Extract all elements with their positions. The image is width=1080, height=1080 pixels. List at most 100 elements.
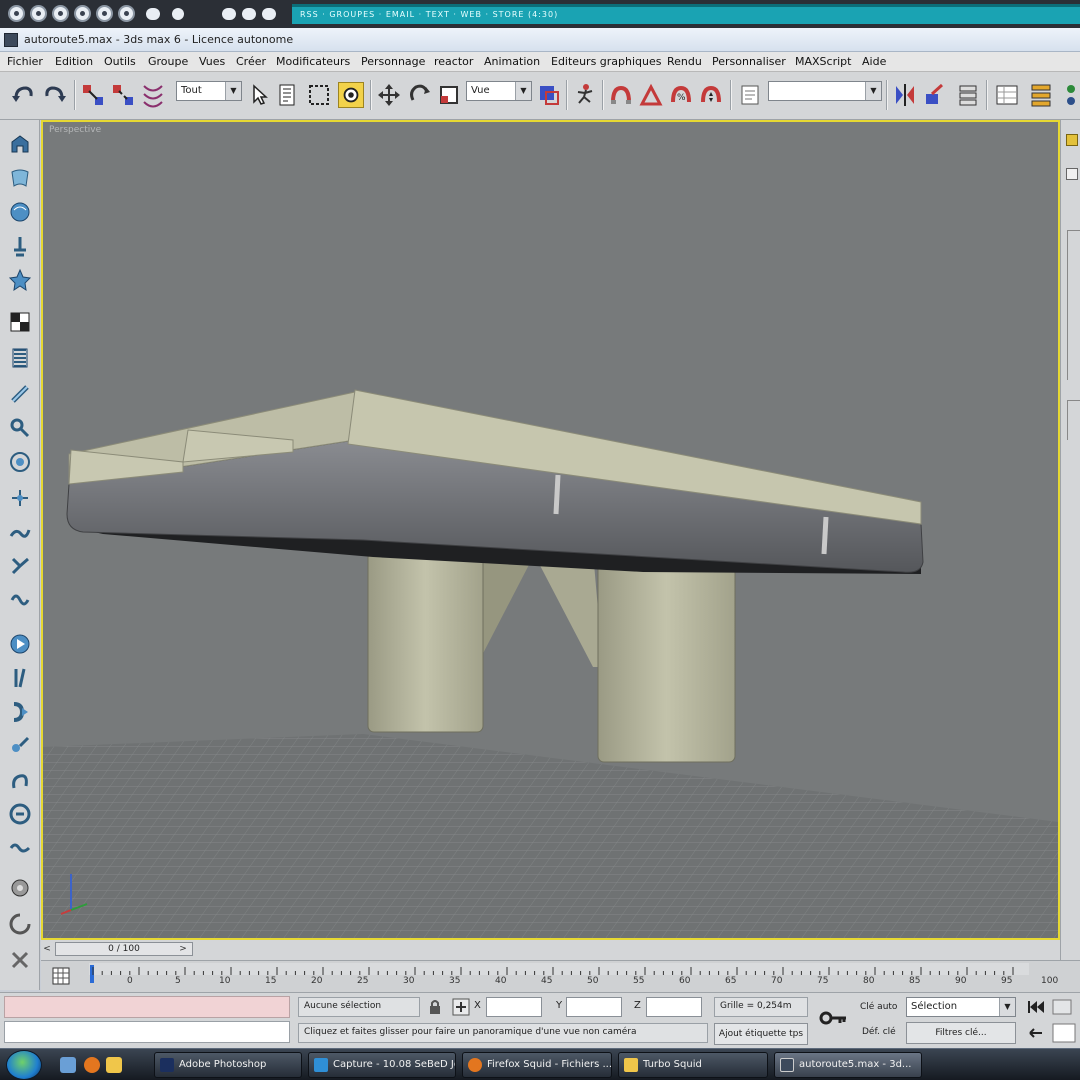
strip-volume-icon[interactable]	[222, 8, 236, 20]
mirror-icon[interactable]	[892, 82, 918, 108]
set-key-label[interactable]: Déf. clé	[862, 1027, 896, 1037]
set-key-icon[interactable]	[818, 1005, 848, 1031]
taskbar-item-3dsmax[interactable]: autoroute5.max - 3d...	[774, 1052, 922, 1078]
schematic-view-icon[interactable]	[1028, 82, 1054, 108]
mini-curve-editor-icon[interactable]	[51, 966, 71, 986]
reactor-fracture-icon[interactable]	[8, 520, 32, 544]
reactor-plane-icon[interactable]	[8, 310, 32, 334]
menu-rendu[interactable]: Rendu	[667, 55, 702, 68]
reactor-motor-icon[interactable]	[8, 416, 32, 440]
reactor-spring-icon[interactable]	[8, 346, 32, 370]
menu-personnage[interactable]: Personnage	[361, 55, 425, 68]
explorer-icon[interactable]	[106, 1057, 122, 1073]
angle-snap-icon[interactable]	[638, 82, 664, 108]
menu-creer[interactable]: Créer	[236, 55, 266, 68]
menu-maxscript[interactable]: MAXScript	[795, 55, 851, 68]
reactor-constraint-icon[interactable]	[8, 268, 32, 292]
snap-toggle-icon[interactable]	[608, 82, 634, 108]
select-and-rotate-icon[interactable]	[406, 82, 432, 108]
taskbar-item-firefox[interactable]: Firefox Squid - Fichiers ...	[462, 1052, 612, 1078]
reactor-about-icon[interactable]	[8, 912, 32, 936]
maxscript-input-mini[interactable]	[4, 1021, 290, 1043]
material-editor-icon[interactable]	[1062, 82, 1080, 108]
y-coord-field[interactable]	[566, 997, 622, 1017]
absolute-mode-icon[interactable]	[452, 998, 470, 1016]
auto-key-label[interactable]: Clé auto	[860, 1002, 897, 1012]
reference-coordinate-dropdown[interactable]: Vue ▼	[466, 81, 532, 101]
select-and-link-icon[interactable]	[80, 82, 106, 108]
strip-back-icon[interactable]	[8, 5, 25, 22]
add-time-tag-button[interactable]: Ajout étiquette tps	[714, 1023, 808, 1045]
reactor-cloth-icon[interactable]	[8, 166, 32, 190]
reactor-create-animation-icon[interactable]	[8, 700, 32, 724]
strip-dot-icon[interactable]	[172, 8, 184, 20]
taskbar-item-turbosquid[interactable]: Turbo Squid	[618, 1052, 768, 1078]
reactor-deforming-mesh-icon[interactable]	[8, 588, 32, 612]
undo-icon[interactable]	[10, 82, 36, 108]
go-to-start-icon[interactable]	[1026, 999, 1046, 1015]
named-selection-dropdown[interactable]: ▼	[768, 81, 882, 101]
strip-stop-icon[interactable]	[52, 5, 69, 22]
reactor-analyze-icon[interactable]	[8, 666, 32, 690]
strip-home-icon[interactable]	[96, 5, 113, 22]
layer-manager-icon[interactable]	[956, 82, 982, 108]
strip-toggle-icon[interactable]	[146, 8, 160, 20]
geometry-icon[interactable]	[1066, 168, 1078, 180]
rectangular-selection-icon[interactable]	[306, 82, 332, 108]
show-desktop-icon[interactable]	[60, 1057, 76, 1073]
key-mode-dropdown[interactable]: Sélection ▼	[906, 997, 1016, 1017]
menu-outils[interactable]: Outils	[104, 55, 136, 68]
bind-to-space-warp-icon[interactable]	[140, 82, 166, 108]
reactor-open-property-icon[interactable]	[8, 734, 32, 758]
spinner-snap-icon[interactable]	[698, 82, 724, 108]
menu-personnaliser[interactable]: Personnaliser	[712, 55, 786, 68]
reactor-utility-icon[interactable]	[8, 768, 32, 792]
key-mode-toggle-icon[interactable]	[1026, 1025, 1046, 1041]
menu-aide[interactable]: Aide	[862, 55, 886, 68]
select-and-move-icon[interactable]	[376, 82, 402, 108]
create-tab-icon[interactable]	[1066, 134, 1078, 146]
select-by-name-icon[interactable]	[276, 82, 302, 108]
strip-menu-icon[interactable]	[118, 5, 135, 22]
time-prev-button[interactable]: <	[41, 942, 53, 956]
play-animation-icon[interactable]	[1052, 999, 1072, 1015]
reactor-help-icon[interactable]	[8, 948, 32, 972]
unlink-selection-icon[interactable]	[110, 82, 136, 108]
selection-filter-dropdown[interactable]: Tout ▼	[176, 81, 242, 101]
menu-edition[interactable]: Edition	[55, 55, 93, 68]
pivot-center-icon[interactable]	[536, 82, 562, 108]
3dsmax-app-icon[interactable]	[4, 33, 18, 47]
reactor-dashpot-icon[interactable]	[8, 382, 32, 406]
window-crossing-icon[interactable]	[338, 82, 364, 108]
menu-editeurs-graphiques[interactable]: Editeurs graphiques	[551, 55, 662, 68]
reactor-wave-icon[interactable]	[8, 836, 32, 860]
redo-icon[interactable]	[42, 82, 68, 108]
lock-selection-icon[interactable]	[428, 999, 442, 1015]
reactor-wind-icon[interactable]	[8, 450, 32, 474]
menu-animation[interactable]: Animation	[484, 55, 540, 68]
current-frame-field-icon[interactable]	[1052, 1023, 1076, 1043]
percent-snap-icon[interactable]: %	[668, 82, 694, 108]
align-icon[interactable]	[922, 82, 948, 108]
key-filters-button[interactable]: Filtres clé...	[906, 1022, 1016, 1044]
menu-reactor[interactable]: reactor	[434, 55, 473, 68]
z-coord-field[interactable]	[646, 997, 702, 1017]
reactor-rigid-body-icon[interactable]	[8, 132, 32, 156]
strip-forward-icon[interactable]	[30, 5, 47, 22]
time-next-button[interactable]: >	[177, 942, 189, 956]
command-panel[interactable]	[1060, 120, 1080, 990]
select-object-icon[interactable]	[246, 82, 272, 108]
menu-vues[interactable]: Vues	[199, 55, 225, 68]
reactor-toy-car-icon[interactable]	[8, 486, 32, 510]
reactor-rope-icon[interactable]	[8, 234, 32, 258]
start-button[interactable]	[6, 1050, 42, 1080]
reactor-water-icon[interactable]	[8, 554, 32, 578]
strip-refresh-icon[interactable]	[74, 5, 91, 22]
reactor-preview-icon[interactable]	[8, 632, 32, 656]
time-slider-thumb[interactable]: 0 / 100	[55, 942, 193, 956]
edit-named-selection-icon[interactable]	[738, 82, 764, 108]
reactor-soft-body-icon[interactable]	[8, 200, 32, 224]
perspective-viewport[interactable]: Perspective	[41, 120, 1060, 940]
select-and-scale-icon[interactable]	[436, 82, 462, 108]
x-coord-field[interactable]	[486, 997, 542, 1017]
